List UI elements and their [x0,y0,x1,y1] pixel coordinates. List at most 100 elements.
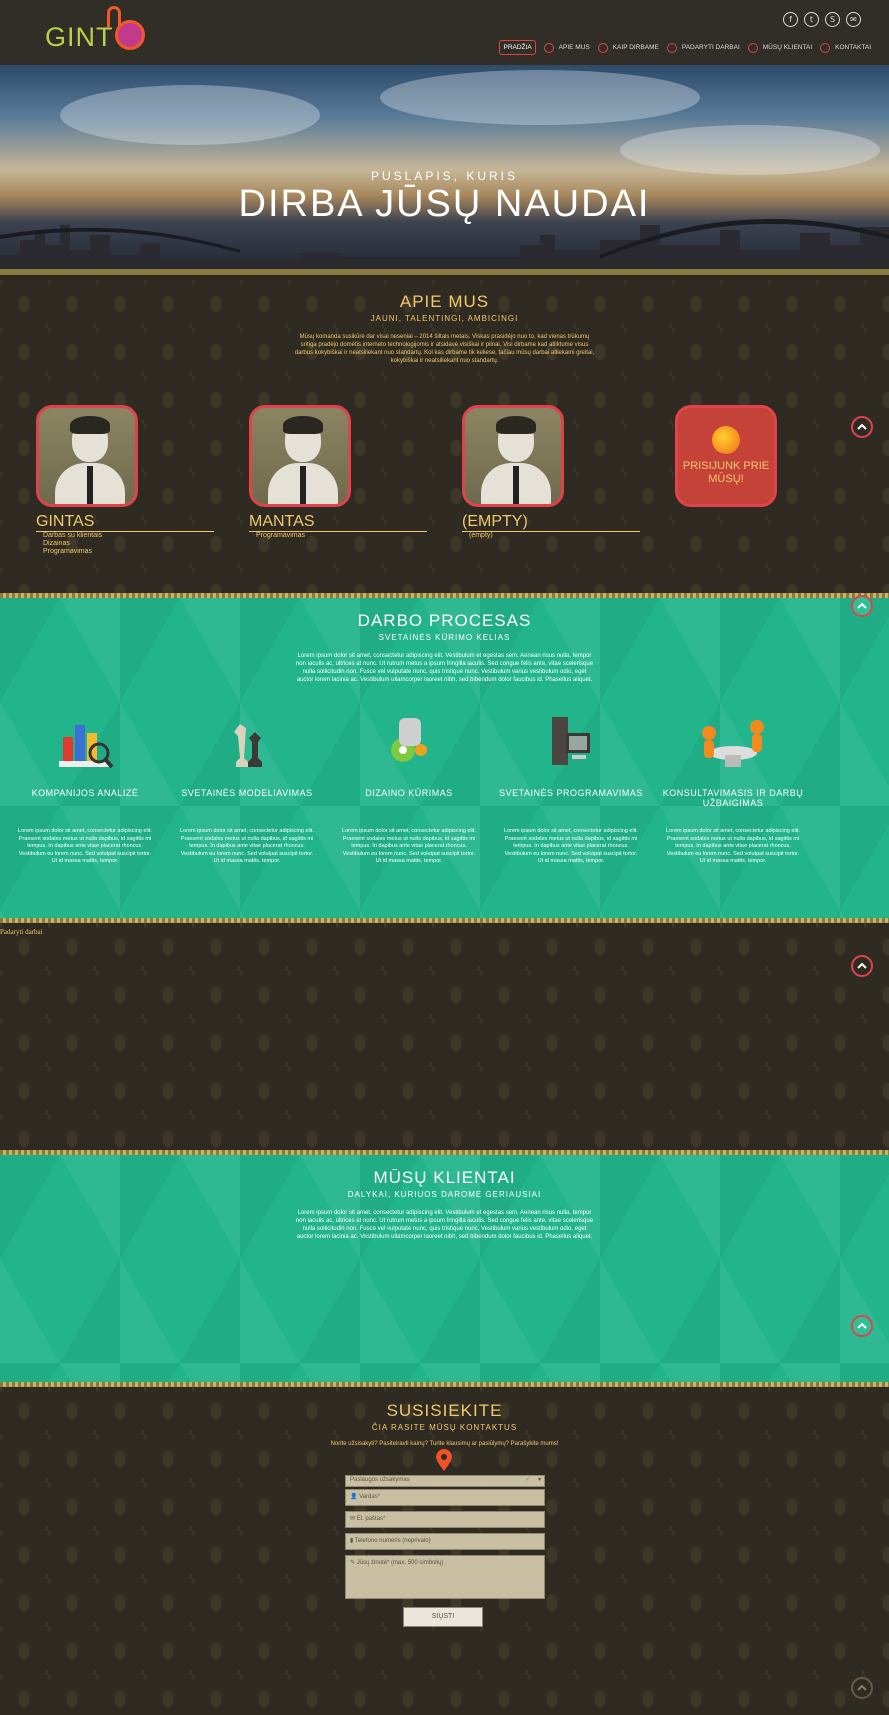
team-member-role: Programavimas [43,548,93,555]
facebook-icon[interactable]: f [783,12,798,27]
nav-label: PRADŽIA [499,40,536,55]
team-member-name: GINTAS [36,513,214,532]
map-pin-icon [436,1449,452,1471]
send-button[interactable]: SIŲSTI [403,1607,483,1627]
about-subtitle: JAUNI, TALENTINGI, AMBICINGI [370,314,519,323]
name-placeholder: Vardas* [359,1494,381,1500]
message-placeholder: Jūsų žinutė* (max. 500 simbolių) [356,1560,444,1566]
name-field[interactable]: 👤 Vardas* [345,1489,545,1506]
site-header: GINT f t S ✉ PRADŽIA APIE MUS KAIP DIRBA… [0,0,889,65]
hero-banner: PUSLAPIS, KURIS DIRBA JŪSŲ NAUDAI [0,65,889,275]
nav-item-musu-klientai[interactable]: MŪSŲ KLIENTAI [747,42,812,53]
nav-label: PADARYTI DARBAI [681,44,740,51]
team-member-name: (EMPTY) [462,513,640,532]
process-step-title: KOMPANIJOS ANALIZĖ [31,788,139,798]
chess-icon [172,708,322,776]
phone-field[interactable]: ▮ Telefono numeris (neprivalo) [345,1533,545,1550]
clients-paragraph: Lorem ipsum dolor sit amet, consectetur … [295,1210,594,1240]
join-card: PRISIJUNK PRIE MŪSŲ! [675,405,835,507]
about-title: APIE MUS [399,292,490,311]
process-step-text: Lorem ipsum dolor sit amet, consectetur … [18,828,152,864]
process-step-text: Lorem ipsum dolor sit amet, consectetur … [666,828,800,864]
contact-section: SUSISIEKITE ČIA RASITE MŪSŲ KONTAKTUS No… [0,1387,889,1715]
user-icon: 👤 [350,1494,360,1500]
logo-text: GINT [45,22,114,52]
nav-item-apie-mus[interactable]: APIE MUS [543,42,590,53]
nav-dot-icon [543,42,554,53]
scroll-up-button[interactable] [851,595,873,617]
process-step: SVETAINĖS MODELIAVIMAS Lorem ipsum dolor… [172,708,322,866]
works-label: Padaryti darbai [0,928,43,936]
process-step-title: DIZAINO KŪRIMAS [365,788,453,798]
avatar[interactable] [249,405,351,507]
process-step-title: SVETAINĖS PROGRAMAVIMAS [499,788,643,798]
contact-subtitle: ČIA RASITE MŪSŲ KONTAKTUS [371,1423,518,1432]
scroll-up-button[interactable] [851,416,873,438]
process-paragraph: Lorem ipsum dolor sit amet, consectetur … [295,653,594,683]
nav-item-kontaktai[interactable]: KONTAKTAI [820,42,871,53]
chart-analysis-icon [10,708,160,776]
process-step: KOMPANIJOS ANALIZĖ Lorem ipsum dolor sit… [10,708,160,866]
nav-item-pradzia[interactable]: PRADŽIA [499,40,536,55]
logo-neck-shape [107,6,121,28]
contact-intro: Norite užsisakyti? Pasiteiravti kainų? T… [330,1441,559,1447]
nav-label: KONTAKTAI [835,44,871,51]
main-nav: PRADŽIA APIE MUS KAIP DIRBAME PADARYTI D… [495,40,871,55]
process-step-text: Lorem ipsum dolor sit amet, consectetur … [504,828,638,864]
logo[interactable]: GINT [45,6,145,58]
process-section: DARBO PROCESAS SVETAINĖS KŪRIMO KELIAS L… [0,595,889,920]
nav-dot-icon [747,42,758,53]
hero-title: DIRBA JŪSŲ NAUDAI [238,183,651,225]
nav-dot-icon [666,42,677,53]
process-step: KONSULTAVIMASIS IR DARBŲ UŽBAIGIMAS Lore… [658,708,808,866]
team-member-name: MANTAS [249,513,427,532]
process-step: SVETAINĖS PROGRAMAVIMAS Lorem ipsum dolo… [496,708,646,866]
cloud-shape [380,70,700,125]
email-icon[interactable]: ✉ [846,12,861,27]
works-section: Padaryti darbai [0,923,889,1150]
nav-label: KAIP DIRBAME [612,44,659,51]
email-field[interactable]: ✉ El. paštas* [345,1511,545,1528]
scroll-up-button[interactable] [851,1315,873,1337]
team-member-role: Dizainas [43,540,70,547]
nav-item-kaip-dirbame[interactable]: KAIP DIRBAME [597,42,659,53]
service-select[interactable]: Paslaugos užsakymas ✓ ▾ [345,1475,545,1487]
nav-item-padaryti-darbai[interactable]: PADARYTI DARBAI [666,42,740,53]
contact-title: SUSISIEKITE [386,1401,503,1420]
nav-label: APIE MUS [558,44,590,51]
envelope-icon: ✉ [350,1516,357,1522]
clients-section: MŪSŲ KLIENTAI DALYKAI, KURIUOS DAROME GE… [0,1155,889,1382]
chevron-up-icon [857,1684,867,1691]
process-step-text: Lorem ipsum dolor sit amet, consectetur … [180,828,314,864]
orange-logo-icon [712,426,740,454]
scroll-up-button[interactable] [851,955,873,977]
social-links: f t S ✉ [783,12,861,27]
team-member-role: Darbas su klientais [43,532,103,539]
process-step: DIZAINO KŪRIMAS Lorem ipsum dolor sit am… [334,708,484,866]
team-member-card: MANTAS Programavimas [249,405,427,540]
service-select-value: Paslaugos užsakymas [350,1477,410,1483]
team-member-card: GINTAS Darbas su klientais Dizainas Prog… [36,405,214,556]
twitter-icon[interactable]: t [804,12,819,27]
pencil-icon: ✎ [350,1560,357,1566]
clients-subtitle: DALYKAI, KURIUOS DAROME GERIAUSIAI [347,1190,542,1199]
email-placeholder: El. paštas* [356,1516,386,1522]
avatar[interactable] [36,405,138,507]
check-icon: ✓ [524,1477,530,1483]
hero-subtitle: PUSLAPIS, KURIS [370,169,519,183]
clients-title: MŪSŲ KLIENTAI [373,1168,516,1187]
phone-placeholder: Telefono numeris (neprivalo) [354,1538,431,1544]
design-icon [334,708,484,776]
process-step-text: Lorem ipsum dolor sit amet, consectetur … [342,828,476,864]
message-field[interactable]: ✎ Jūsų žinutė* (max. 500 simbolių) [345,1555,545,1599]
computer-icon [496,708,646,776]
join-button[interactable]: PRISIJUNK PRIE MŪSŲ! [675,405,777,507]
scroll-up-button[interactable] [851,1677,873,1699]
avatar[interactable] [462,405,564,507]
chevron-down-icon: ▾ [537,1477,541,1483]
chevron-up-icon [857,602,867,609]
cloud-shape [620,125,880,175]
chevron-up-icon [857,962,867,969]
team-member-role: (empty) [469,532,493,539]
skype-icon[interactable]: S [825,12,840,27]
